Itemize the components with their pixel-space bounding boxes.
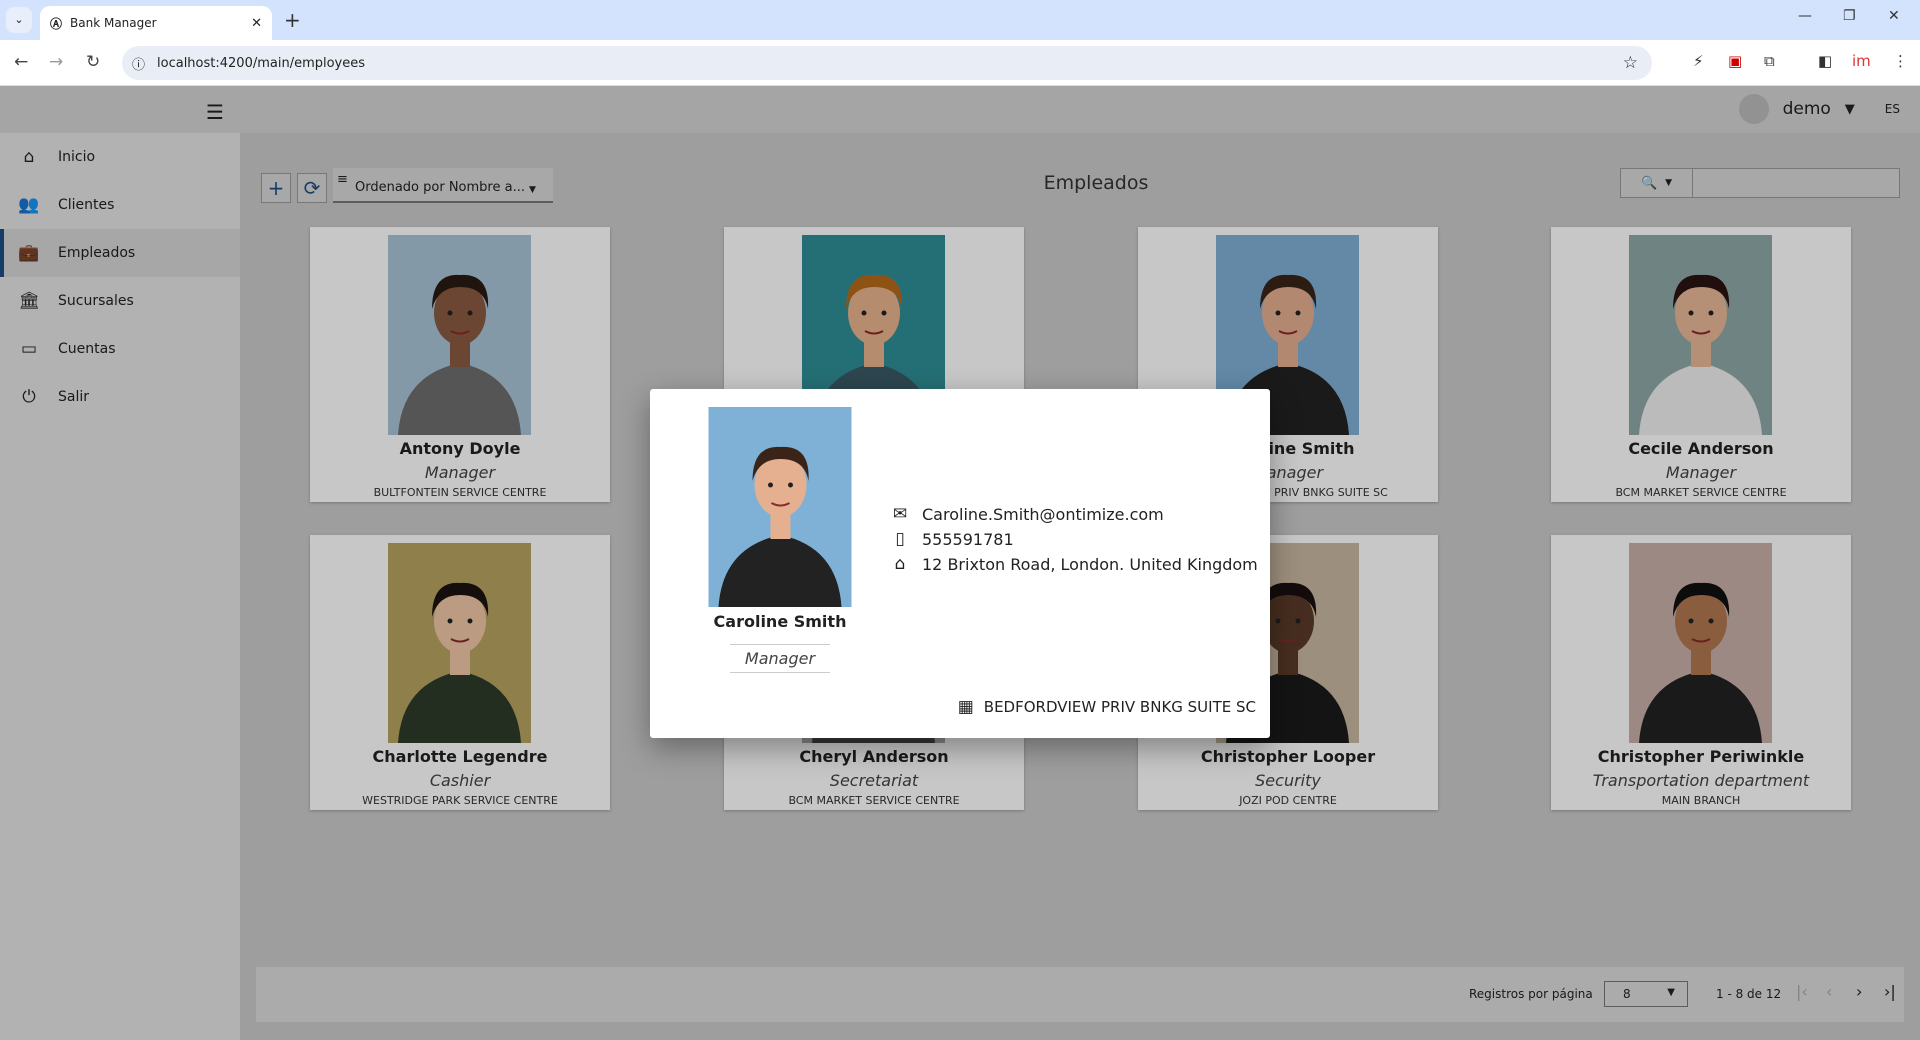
pdf-extension-icon[interactable]: ▣: [1728, 52, 1742, 70]
angular-icon: Ⓐ: [50, 16, 63, 31]
forward-icon[interactable]: →: [49, 52, 63, 72]
reload-icon[interactable]: ↻: [86, 52, 100, 72]
im-extension-icon[interactable]: im: [1852, 52, 1871, 70]
email-icon: ✉: [892, 504, 908, 524]
browser-tab-bar: ⌄ Ⓐ Bank Manager ✕ + — ❐ ✕: [0, 0, 1920, 40]
employee-photo: [708, 407, 852, 607]
employee-name: Caroline Smith: [713, 612, 847, 631]
phone-icon: ▯: [895, 529, 905, 549]
email-text: Caroline.Smith@ontimize.com: [922, 504, 1164, 524]
close-window-button[interactable]: ✕: [1888, 8, 1900, 24]
browser-tab[interactable]: Ⓐ Bank Manager ✕: [40, 6, 272, 40]
star-icon[interactable]: ☆: [1623, 53, 1638, 73]
email-row: ✉ Caroline.Smith@ontimize.com: [890, 504, 1164, 524]
extension-bolt-icon[interactable]: ⚡: [1693, 52, 1704, 70]
url-input[interactable]: ⓘ localhost:4200/main/employees ☆: [122, 46, 1652, 80]
employee-role: Manager: [730, 644, 830, 673]
back-icon[interactable]: ←: [14, 52, 28, 72]
new-tab-button[interactable]: +: [284, 8, 301, 32]
extensions-icon[interactable]: ⧉: [1764, 52, 1775, 70]
branch-row: ▦ BEDFORDVIEW PRIV BNKG SUITE SC: [958, 697, 1256, 717]
tab-search-button[interactable]: ⌄: [6, 7, 32, 33]
info-icon: ⓘ: [132, 57, 146, 73]
address-bar-row: ← → ↻ ⓘ localhost:4200/main/employees ☆ …: [0, 40, 1920, 86]
close-tab-icon[interactable]: ✕: [251, 16, 262, 31]
restore-button[interactable]: ❐: [1843, 8, 1856, 24]
address-text: 12 Brixton Road, London. United Kingdom: [922, 554, 1258, 574]
employee-detail-dialog: Caroline Smith Manager ✉ Caroline.Smith@o…: [650, 389, 1270, 738]
home-icon: ⌂: [894, 554, 906, 574]
phone-row: ▯ 555591781: [890, 529, 1014, 549]
url-text: localhost:4200/main/employees: [157, 55, 366, 71]
sidepanel-icon[interactable]: ◧: [1818, 52, 1832, 70]
branch-text: BEDFORDVIEW PRIV BNKG SUITE SC: [983, 698, 1256, 716]
menu-icon[interactable]: ⋮: [1893, 52, 1908, 70]
tab-title: Bank Manager: [70, 16, 157, 30]
building-icon: ▦: [957, 697, 974, 717]
phone-text: 555591781: [922, 529, 1014, 549]
address-row: ⌂ 12 Brixton Road, London. United Kingdom: [890, 554, 1258, 574]
minimize-button[interactable]: —: [1798, 8, 1812, 24]
